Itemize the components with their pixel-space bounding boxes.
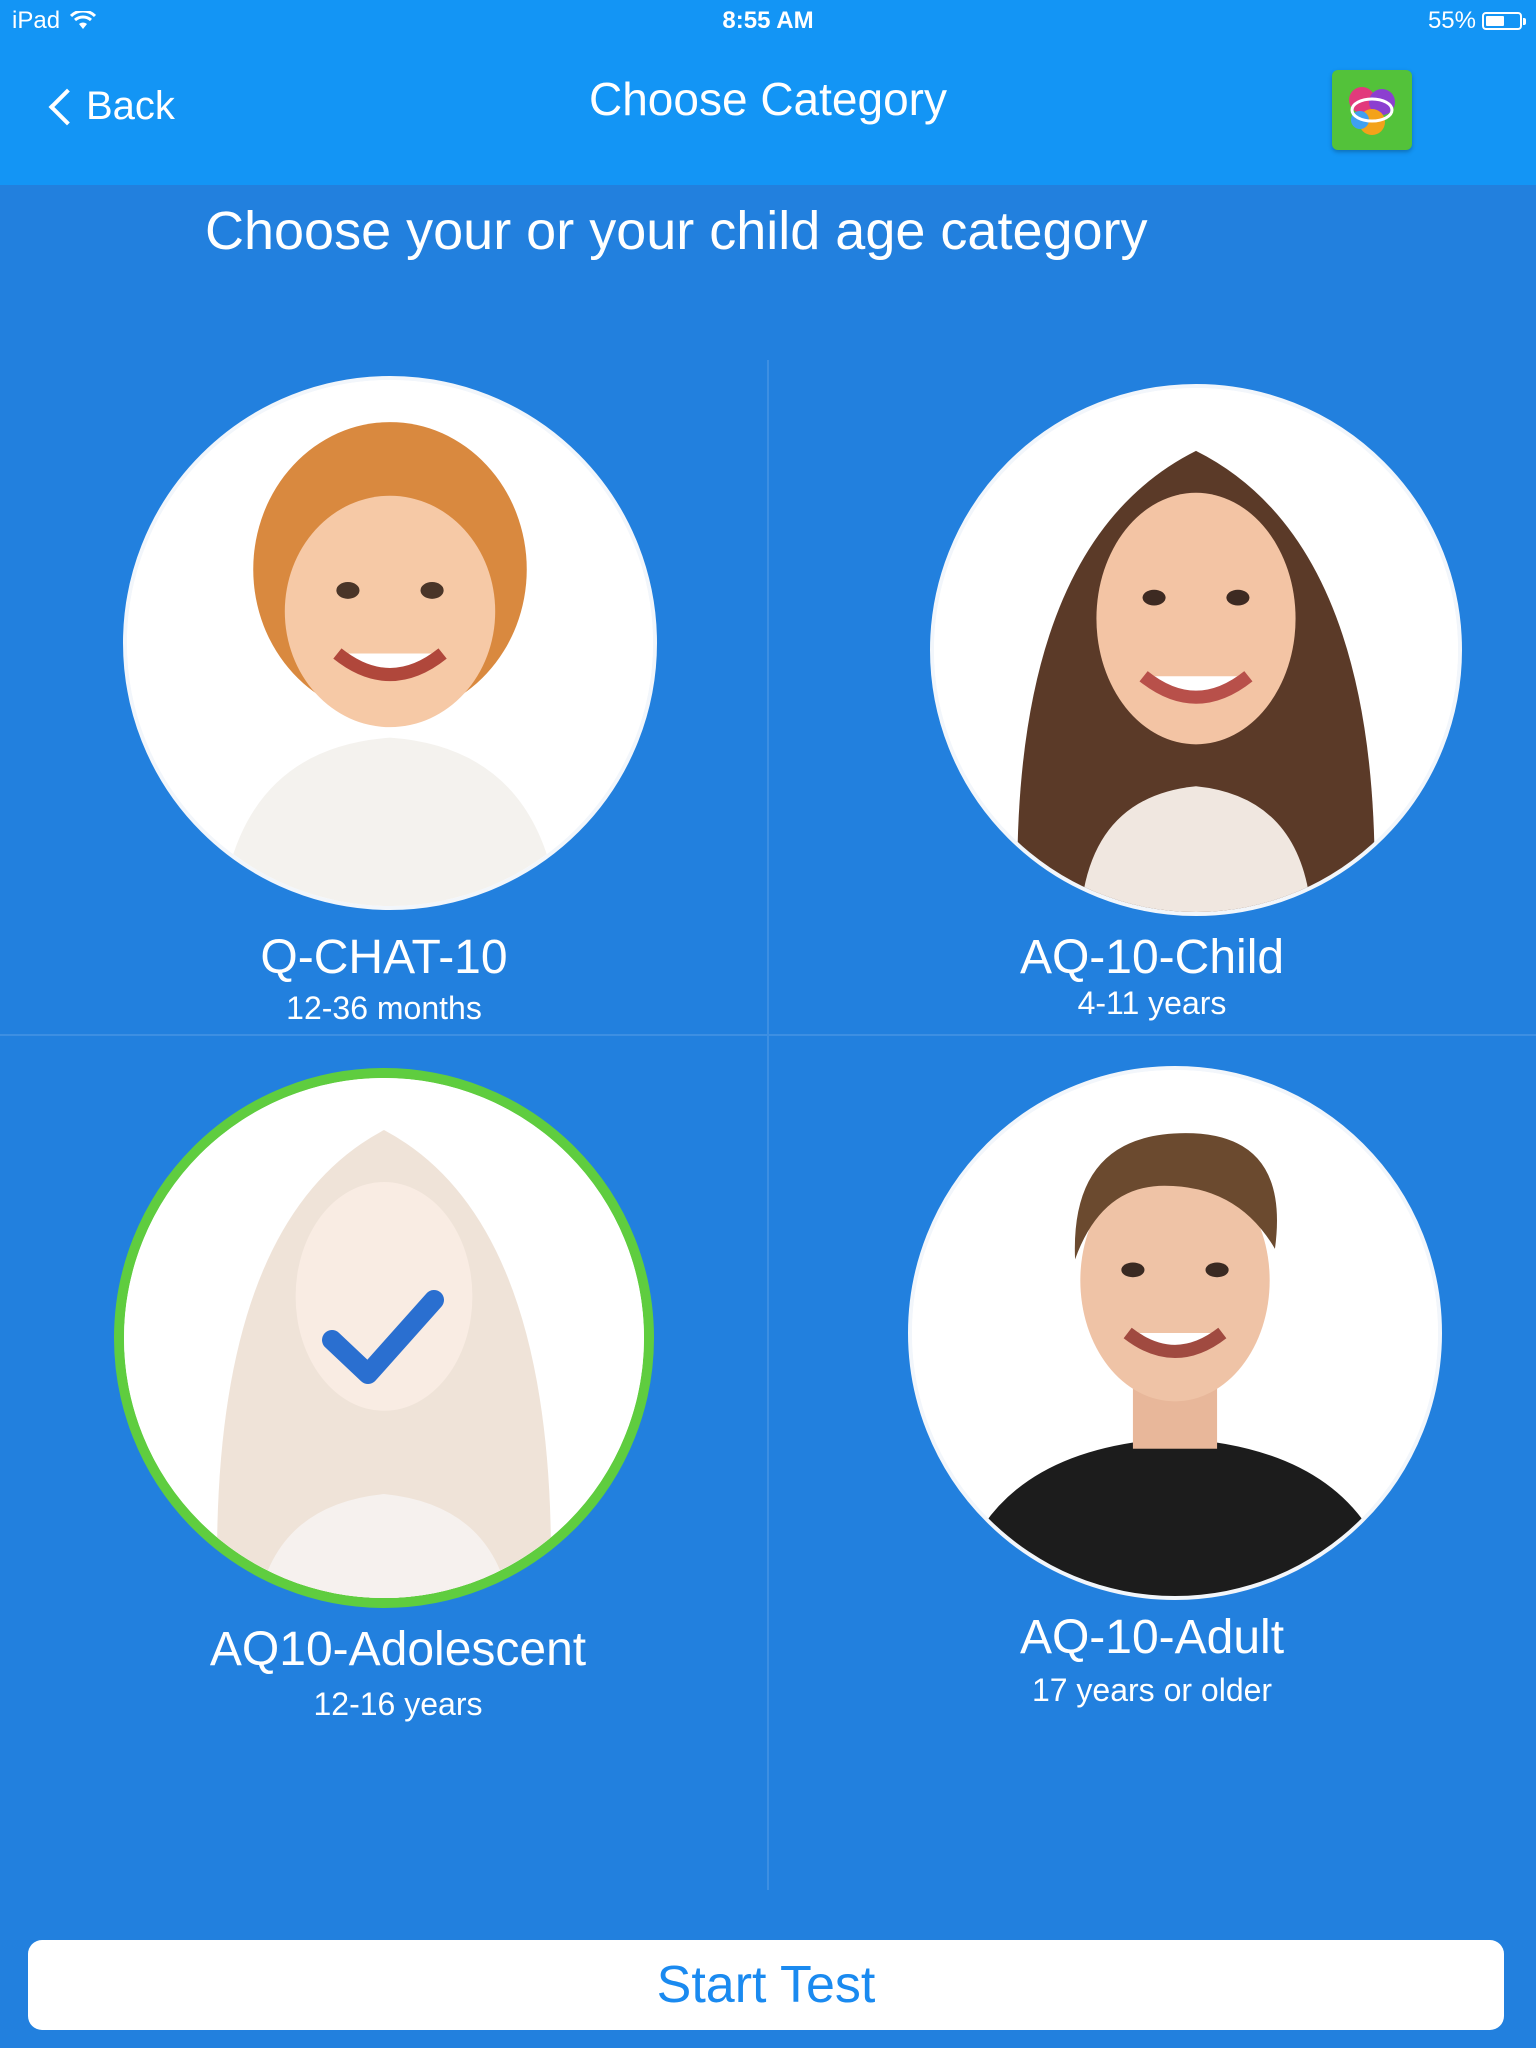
category-adolescent[interactable]: AQ10-Adolescent 12-16 years (0, 1036, 768, 1736)
puzzle-logo-icon (1349, 87, 1395, 135)
battery-fill (1486, 16, 1504, 26)
adult-illustration (912, 1070, 1438, 1596)
battery-icon (1482, 12, 1526, 30)
app-logo (1332, 70, 1412, 150)
category-name: Q-CHAT-10 (260, 931, 508, 984)
status-bar: iPad 8:55 AM 55% (0, 0, 1536, 40)
page-title: Choose Category (589, 73, 947, 125)
child-illustration (934, 388, 1458, 912)
toddler-illustration (127, 380, 653, 906)
category-name: AQ-10-Child (1019, 931, 1285, 984)
category-age-range: 4-11 years (1077, 985, 1227, 1021)
status-time: 8:55 AM (722, 7, 814, 34)
category-age-range: 17 years or older (1031, 1672, 1273, 1708)
status-right: 55% (1427, 7, 1526, 35)
category-age-range: 12-36 months (286, 990, 482, 1026)
battery-percent: 55% (1427, 7, 1476, 34)
child-photo (930, 384, 1462, 916)
category-heading: Choose your or your child age category (205, 201, 1148, 261)
category-adult[interactable]: AQ-10-Adult 17 years or older (768, 1036, 1536, 1736)
category-child[interactable]: AQ-10-Child 4-11 years (768, 360, 1536, 1034)
category-name: AQ-10-Adult (1019, 1611, 1285, 1664)
category-age-range: 12-16 years (313, 1686, 483, 1722)
adult-photo (908, 1066, 1442, 1600)
toddler-photo (123, 376, 657, 910)
category-qchat[interactable]: Q-CHAT-10 12-36 months (0, 360, 768, 1034)
checkmark-icon (322, 1290, 444, 1384)
nav-bar: Back Choose Category (0, 40, 1536, 185)
category-name: AQ10-Adolescent (209, 1623, 587, 1676)
start-test-button[interactable]: Start Test (28, 1940, 1504, 2030)
